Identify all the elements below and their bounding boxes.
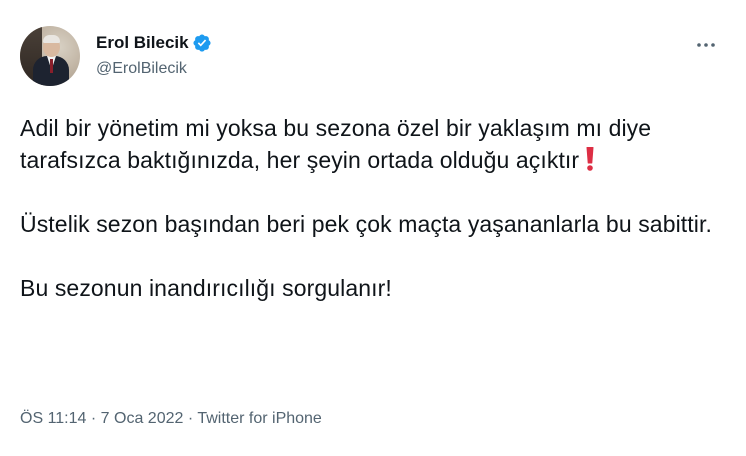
tweet-header: Erol Bilecik @ErolBilecik <box>20 26 726 86</box>
more-options-button[interactable] <box>694 34 718 54</box>
tweet-date[interactable]: 7 Oca 2022 <box>101 410 184 427</box>
avatar[interactable] <box>20 26 80 86</box>
verified-badge-icon <box>192 33 212 53</box>
meta-separator: · <box>90 410 97 427</box>
tweet-paragraph-text: Adil bir yönetim mi yoksa bu sezona özel… <box>20 115 652 173</box>
tweet-paragraph: Adil bir yönetim mi yoksa bu sezona özel… <box>20 112 726 176</box>
author-name[interactable]: Erol Bilecik <box>96 32 189 54</box>
meta-separator: · <box>187 410 194 427</box>
author-handle[interactable]: @ErolBilecik <box>96 59 187 79</box>
tweet-paragraph: Üstelik sezon başından beri pek çok maçt… <box>20 211 712 237</box>
more-options-icon <box>696 35 716 53</box>
tweet-metadata: ÖS 11:14 · 7 Oca 2022 · Twitter for iPho… <box>20 409 322 429</box>
tweet-time[interactable]: ÖS 11:14 <box>20 410 86 427</box>
author-name-row[interactable]: Erol Bilecik <box>96 32 212 54</box>
tweet-paragraph: Bu sezonun inandırıcılığı sorgulanır! <box>20 275 392 301</box>
tweet-card: Erol Bilecik @ErolBilecik Adil bir yönet… <box>0 0 746 456</box>
red-exclamation-mark-icon <box>583 146 597 172</box>
tweet-source[interactable]: Twitter for iPhone <box>197 410 322 427</box>
tweet-text: Adil bir yönetim mi yoksa bu sezona özel… <box>20 112 726 304</box>
